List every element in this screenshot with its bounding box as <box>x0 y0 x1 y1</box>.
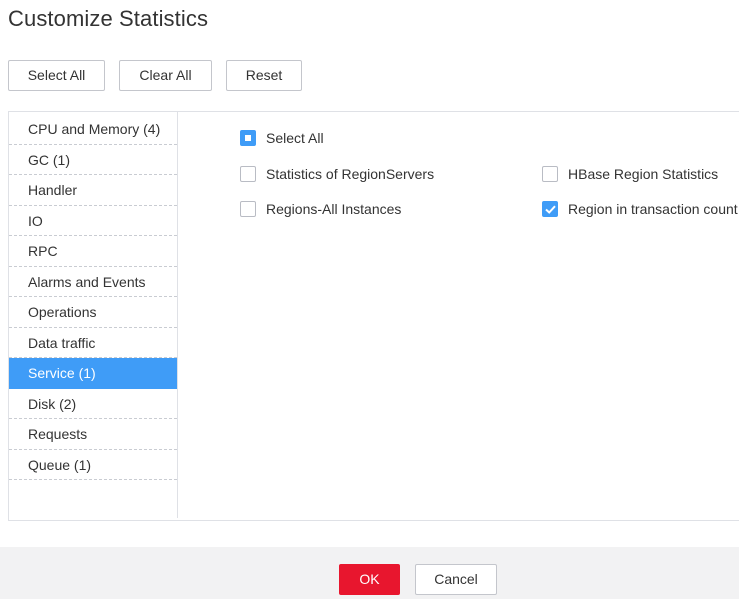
sidebar-item-requests[interactable]: Requests <box>9 419 177 450</box>
dialog-title: Customize Statistics <box>8 6 209 31</box>
cancel-button[interactable]: Cancel <box>415 564 497 595</box>
sidebar-item-service[interactable]: Service (1) <box>9 358 177 389</box>
ok-button[interactable]: OK <box>339 564 400 595</box>
option-regions-all-instances[interactable]: Regions-All Instances <box>240 199 401 219</box>
region-in-transaction-count-checkbox[interactable] <box>542 201 558 217</box>
sidebar-item-queue[interactable]: Queue (1) <box>9 450 177 481</box>
select-all-button[interactable]: Select All <box>8 60 105 91</box>
hbase-region-statistics-label: HBase Region Statistics <box>568 166 719 182</box>
sidebar-item-cpu-and-memory[interactable]: CPU and Memory (4) <box>9 114 177 145</box>
statistics-panel: CPU and Memory (4) GC (1) Handler IO RPC… <box>8 111 739 521</box>
reset-button[interactable]: Reset <box>226 60 302 91</box>
sidebar-item-rpc[interactable]: RPC <box>9 236 177 267</box>
checkmark-icon <box>545 205 556 214</box>
sidebar-item-gc[interactable]: GC (1) <box>9 145 177 176</box>
select-all-checkbox-label: Select All <box>266 130 324 146</box>
sidebar-item-io[interactable]: IO <box>9 206 177 237</box>
region-in-transaction-count-label: Region in transaction count <box>568 201 738 217</box>
sidebar-item-disk[interactable]: Disk (2) <box>9 389 177 420</box>
statistics-of-regionservers-label: Statistics of RegionServers <box>266 166 435 182</box>
option-region-in-transaction-count[interactable]: Region in transaction count <box>542 199 738 219</box>
sidebar-item-data-traffic[interactable]: Data traffic <box>9 328 177 359</box>
sidebar-item-alarms-and-events[interactable]: Alarms and Events <box>9 267 177 298</box>
option-hbase-region-statistics[interactable]: HBase Region Statistics <box>542 164 718 184</box>
statistics-of-regionservers-checkbox[interactable] <box>240 166 256 182</box>
sidebar-item-handler[interactable]: Handler <box>9 175 177 206</box>
dialog-footer: OK Cancel <box>0 547 739 599</box>
hbase-region-statistics-checkbox[interactable] <box>542 166 558 182</box>
select-all-checkbox-row[interactable]: Select All <box>240 128 324 148</box>
sidebar-item-operations[interactable]: Operations <box>9 297 177 328</box>
select-all-checkbox[interactable] <box>240 130 256 146</box>
regions-all-instances-checkbox[interactable] <box>240 201 256 217</box>
clear-all-button[interactable]: Clear All <box>119 60 212 91</box>
option-statistics-of-regionservers[interactable]: Statistics of RegionServers <box>240 164 434 184</box>
category-sidebar: CPU and Memory (4) GC (1) Handler IO RPC… <box>9 112 178 518</box>
regions-all-instances-label: Regions-All Instances <box>266 201 402 217</box>
